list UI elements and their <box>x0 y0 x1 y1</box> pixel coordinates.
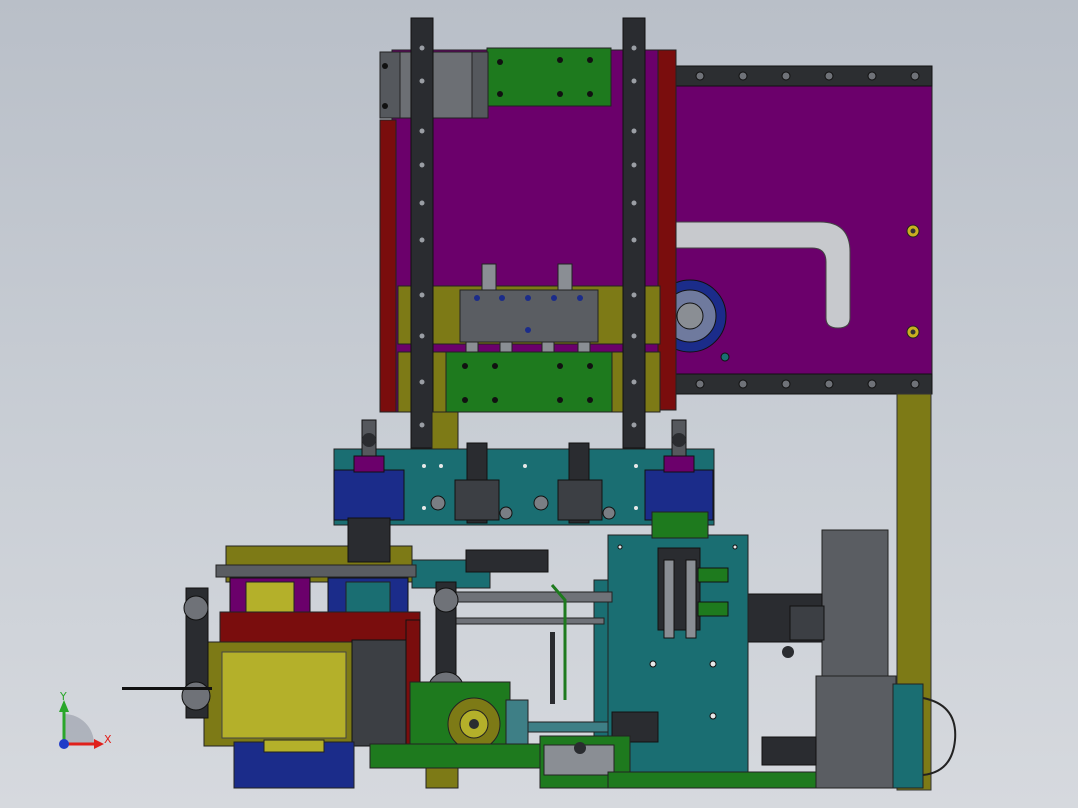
bottom-rail <box>675 373 933 395</box>
red-side-right <box>657 49 677 411</box>
left-motor-assembly <box>122 517 549 789</box>
navy-block-left <box>333 469 405 521</box>
top-rail <box>675 65 933 87</box>
y-axis-label: Y <box>59 690 67 703</box>
lower-green-block <box>445 351 613 413</box>
main-shaft <box>445 591 613 603</box>
top-green-block <box>486 47 612 107</box>
teal-crossbeam <box>333 419 715 526</box>
x-axis-label: X <box>104 733 112 746</box>
gray-housing <box>821 529 889 681</box>
left-tower <box>379 17 677 453</box>
coordinate-triad: Y X <box>59 690 112 749</box>
red-side-left <box>379 119 397 413</box>
cad-viewport[interactable]: Y X <box>0 0 1078 808</box>
